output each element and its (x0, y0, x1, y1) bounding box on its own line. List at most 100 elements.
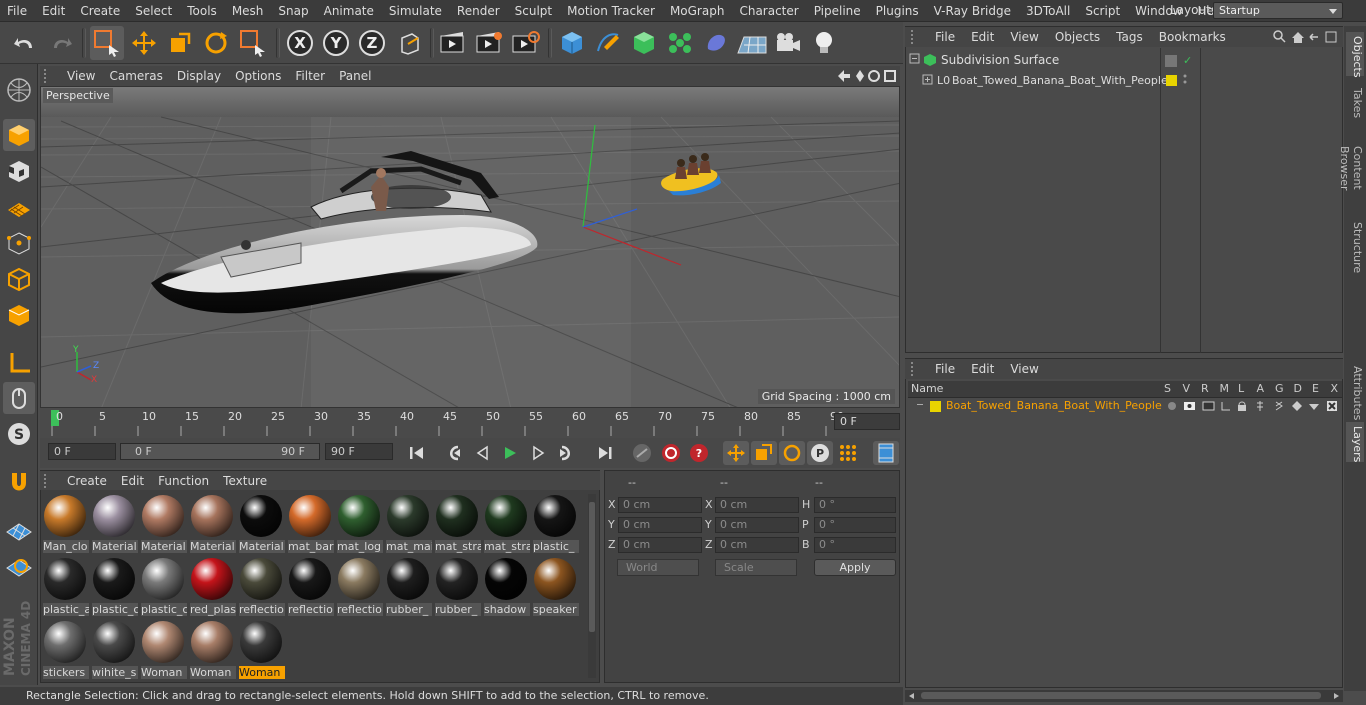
layer-column-header[interactable]: L (1238, 382, 1244, 395)
record-position-icon[interactable] (723, 441, 749, 465)
object-menu-tags[interactable]: Tags (1108, 30, 1151, 44)
size-field[interactable]: 0 cm (715, 537, 799, 553)
coordinate-mode-select[interactable]: World (617, 559, 699, 576)
y-axis-icon[interactable]: Y (319, 26, 353, 60)
pen-spline-icon[interactable] (591, 26, 625, 60)
layer-menu-file[interactable]: File (927, 362, 963, 376)
apply-button[interactable]: Apply (814, 559, 896, 576)
viewport-nav-icons[interactable] (836, 68, 898, 84)
points-mode-icon[interactable] (3, 227, 35, 259)
x-axis-icon[interactable]: X (283, 26, 317, 60)
material-swatch[interactable]: wihite_s (91, 619, 138, 679)
menu-render[interactable]: Render (450, 4, 508, 18)
previous-key-icon[interactable] (441, 441, 467, 465)
menu-tools[interactable]: Tools (180, 4, 225, 18)
material-swatch[interactable]: Woman (238, 619, 285, 679)
subdivision-surface-icon[interactable] (627, 26, 661, 60)
material-swatch[interactable]: stickers (42, 619, 89, 679)
menu-simulate[interactable]: Simulate (382, 4, 450, 18)
model-mode-icon[interactable] (3, 119, 35, 151)
object-menu-bookmarks[interactable]: Bookmarks (1151, 30, 1234, 44)
menu-select[interactable]: Select (128, 4, 180, 18)
menu-plugins[interactable]: Plugins (869, 4, 927, 18)
material-swatch[interactable]: Material (140, 493, 187, 553)
next-frame-icon[interactable] (525, 441, 551, 465)
coordinate-type-select[interactable]: Scale (715, 559, 797, 576)
start-frame-field[interactable]: 0 F (48, 443, 116, 460)
material-swatch[interactable]: Material (91, 493, 138, 553)
layer-column-header[interactable]: D (1294, 382, 1302, 395)
visibility-dots-icon[interactable] (1183, 73, 1187, 85)
material-swatch[interactable]: reflectio (287, 556, 334, 616)
viewport-menu-options[interactable]: Options (228, 69, 288, 83)
rotation-field[interactable]: 0 ° (814, 537, 896, 553)
viewport-menu-filter[interactable]: Filter (288, 69, 332, 83)
panel-grip-icon[interactable] (911, 362, 925, 376)
size-field[interactable]: 0 cm (715, 517, 799, 533)
material-swatch[interactable]: Woman (140, 619, 187, 679)
menu-animate[interactable]: Animate (317, 4, 382, 18)
material-menu-create[interactable]: Create (60, 474, 114, 488)
keyframe-link-icon[interactable] (629, 441, 655, 465)
go-to-start-icon[interactable] (404, 441, 430, 465)
material-swatch[interactable]: Man_clo (42, 493, 89, 553)
rect-selection-icon[interactable] (90, 26, 124, 60)
next-key-icon[interactable] (553, 441, 579, 465)
material-swatch[interactable]: red_plas (189, 556, 236, 616)
rotate-icon[interactable] (199, 26, 233, 60)
material-swatch[interactable]: mat_bar (287, 493, 334, 553)
end-frame-field[interactable]: 90 F (325, 443, 393, 460)
z-axis-icon[interactable]: Z (355, 26, 389, 60)
menu-snap[interactable]: Snap (271, 4, 316, 18)
layer-tag-icon[interactable] (1165, 55, 1177, 67)
material-swatch[interactable]: plastic_ (532, 493, 579, 553)
material-swatch[interactable]: shadow (483, 556, 530, 616)
material-swatch[interactable]: reflectio (336, 556, 383, 616)
live-selection-icon[interactable] (236, 26, 270, 60)
render-settings-icon[interactable] (508, 26, 542, 60)
coordinate-system-icon[interactable] (392, 26, 426, 60)
perspective-viewport[interactable]: Y X Z Perspective Grid Spacing : 1000 cm (40, 86, 900, 408)
position-field[interactable]: 0 cm (618, 517, 702, 533)
current-frame-field[interactable]: 0 F (834, 413, 900, 430)
material-swatch[interactable]: Woman (189, 619, 236, 679)
object-menu-objects[interactable]: Objects (1047, 30, 1108, 44)
layer-column-header[interactable]: A (1257, 382, 1265, 395)
layer-column-header[interactable]: E (1312, 382, 1319, 395)
material-swatch[interactable]: mat_mai (385, 493, 432, 553)
menu-motion-tracker[interactable]: Motion Tracker (560, 4, 663, 18)
record-rotation-icon[interactable] (779, 441, 805, 465)
position-field[interactable]: 0 cm (618, 497, 702, 513)
menu-mesh[interactable]: Mesh (225, 4, 272, 18)
undo-icon[interactable] (8, 26, 42, 60)
floor-icon[interactable] (735, 26, 769, 60)
layer-color-swatch[interactable] (930, 401, 941, 412)
workplane-mode-icon[interactable] (3, 191, 35, 223)
object-boat-towed-banana[interactable]: Boat_Towed_Banana_Boat_With_People (952, 74, 1168, 87)
layer-row-boat[interactable]: Boat_Towed_Banana_Boat_With_People (946, 399, 1162, 412)
object-manager-tool-icons[interactable] (1272, 29, 1342, 45)
position-field[interactable]: 0 cm (618, 537, 702, 553)
material-swatch[interactable]: mat_stra (434, 493, 481, 553)
cube-icon[interactable] (555, 26, 589, 60)
layer-column-header[interactable]: S (1164, 382, 1171, 395)
menu-create[interactable]: Create (73, 4, 128, 18)
material-swatch[interactable]: plastic_c (140, 556, 187, 616)
object-menu-edit[interactable]: Edit (963, 30, 1002, 44)
snapping-magnet-icon[interactable] (3, 466, 35, 498)
texture-mode-icon[interactable] (3, 155, 35, 187)
polygons-mode-icon[interactable] (3, 299, 35, 331)
panel-grip-icon[interactable] (44, 473, 58, 488)
record-parameter-icon[interactable]: P (807, 441, 833, 465)
record-scale-icon[interactable] (751, 441, 777, 465)
layer-column-header[interactable]: M (1220, 382, 1230, 395)
play-icon[interactable] (497, 441, 523, 465)
menu-mograph[interactable]: MoGraph (663, 4, 733, 18)
material-menu-function[interactable]: Function (151, 474, 216, 488)
viewport-menu-panel[interactable]: Panel (332, 69, 378, 83)
scale-icon[interactable] (163, 26, 197, 60)
layer-column-header[interactable]: G (1275, 382, 1284, 395)
layer-column-header[interactable]: V (1183, 382, 1191, 395)
light-icon[interactable] (807, 26, 841, 60)
layer-column-header[interactable]: X (1331, 382, 1339, 395)
